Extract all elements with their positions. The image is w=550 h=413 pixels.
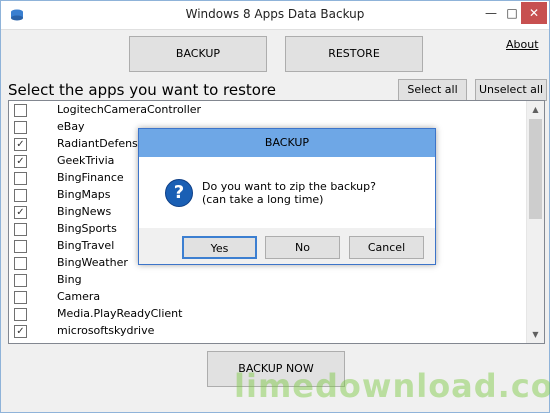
app-label: RadiantDefense bbox=[57, 137, 145, 150]
app-checkbox[interactable] bbox=[14, 240, 27, 253]
app-checkbox[interactable] bbox=[14, 172, 27, 185]
app-checkbox[interactable] bbox=[14, 308, 27, 321]
app-label: BingSports bbox=[57, 222, 117, 235]
list-scrollbar[interactable]: ▲ ▼ bbox=[526, 101, 544, 343]
app-checkbox[interactable]: ✓ bbox=[14, 206, 27, 219]
app-checkbox[interactable] bbox=[14, 257, 27, 270]
title-bar: Windows 8 Apps Data Backup — □ ✕ bbox=[1, 1, 549, 30]
app-label: microsoftskydrive bbox=[57, 324, 155, 337]
select-all-button[interactable]: Select all bbox=[398, 79, 467, 101]
list-item[interactable]: Camera bbox=[9, 289, 524, 306]
app-checkbox[interactable] bbox=[14, 189, 27, 202]
dialog-footer: Yes No Cancel bbox=[139, 228, 435, 264]
scroll-down-icon[interactable]: ▼ bbox=[527, 326, 544, 343]
main-window: Windows 8 Apps Data Backup — □ ✕ BACKUP … bbox=[0, 0, 550, 413]
list-item[interactable]: Media.PlayReadyClient bbox=[9, 306, 524, 323]
app-label: BingWeather bbox=[57, 256, 128, 269]
yes-button[interactable]: Yes bbox=[182, 236, 257, 259]
close-button[interactable]: ✕ bbox=[521, 2, 547, 24]
app-checkbox[interactable]: ✓ bbox=[14, 155, 27, 168]
app-checkbox[interactable]: ✓ bbox=[14, 138, 27, 151]
app-checkbox[interactable] bbox=[14, 291, 27, 304]
list-item[interactable]: Bing bbox=[9, 272, 524, 289]
scroll-thumb[interactable] bbox=[529, 119, 542, 219]
dialog-body: ? Do you want to zip the backup? (can ta… bbox=[139, 157, 435, 228]
app-label: Media.PlayReadyClient bbox=[57, 307, 183, 320]
watermark: limedownload.com bbox=[234, 367, 550, 405]
unselect-all-button[interactable]: Unselect all bbox=[475, 79, 547, 101]
app-label: LogitechCameraController bbox=[57, 103, 202, 116]
app-label: BingTravel bbox=[57, 239, 115, 252]
app-label: BingNews bbox=[57, 205, 112, 218]
cancel-button[interactable]: Cancel bbox=[349, 236, 424, 259]
dialog-message: Do you want to zip the backup? bbox=[202, 180, 376, 193]
app-label: GeekTrivia bbox=[57, 154, 115, 167]
backup-button[interactable]: BACKUP bbox=[129, 36, 267, 72]
app-checkbox[interactable] bbox=[14, 121, 27, 134]
app-label: BingFinance bbox=[57, 171, 124, 184]
about-link[interactable]: About bbox=[506, 38, 539, 51]
no-button[interactable]: No bbox=[265, 236, 340, 259]
scroll-up-icon[interactable]: ▲ bbox=[527, 101, 544, 118]
dialog-title: BACKUP bbox=[139, 129, 435, 157]
app-checkbox[interactable]: ✓ bbox=[14, 325, 27, 338]
app-checkbox[interactable] bbox=[14, 223, 27, 236]
list-item[interactable]: ✓ microsoftskydrive bbox=[9, 323, 524, 340]
select-apps-label: Select the apps you want to restore bbox=[8, 81, 277, 99]
app-label: Camera bbox=[57, 290, 101, 303]
list-item[interactable]: LogitechCameraController bbox=[9, 102, 524, 119]
app-checkbox[interactable] bbox=[14, 274, 27, 287]
app-label: Bing bbox=[57, 273, 82, 286]
question-icon: ? bbox=[165, 179, 193, 207]
app-label: BingMaps bbox=[57, 188, 111, 201]
dialog-message-note: (can take a long time) bbox=[202, 193, 324, 206]
app-checkbox[interactable] bbox=[14, 104, 27, 117]
window-title: Windows 8 Apps Data Backup bbox=[185, 7, 365, 21]
app-label: eBay bbox=[57, 120, 85, 133]
restore-button[interactable]: RESTORE bbox=[285, 36, 423, 72]
backup-dialog: BACKUP ? Do you want to zip the backup? … bbox=[138, 128, 436, 265]
